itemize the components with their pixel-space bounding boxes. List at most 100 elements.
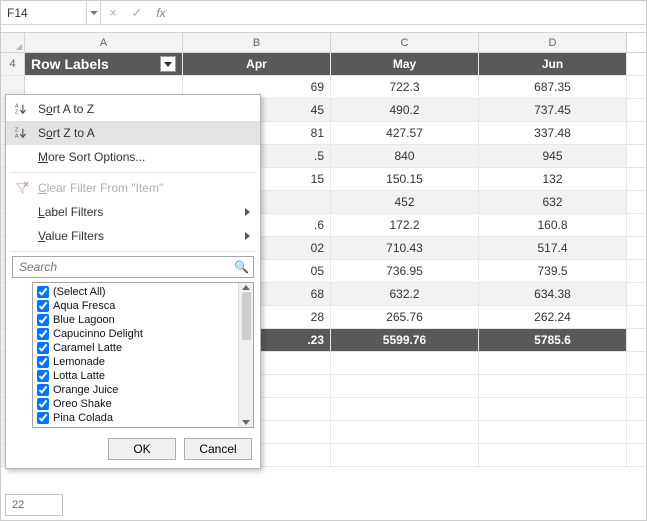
filter-check-item[interactable]: Orange Juice xyxy=(37,383,234,397)
checkbox[interactable] xyxy=(37,356,49,368)
filter-check-item[interactable]: Pina Colada xyxy=(37,411,234,425)
checkbox[interactable] xyxy=(37,370,49,382)
column-header[interactable]: D xyxy=(479,33,627,52)
check-label: Lotta Latte xyxy=(53,370,105,382)
checkbox[interactable] xyxy=(37,398,49,410)
blank-icon xyxy=(14,204,30,220)
clear-filter-icon xyxy=(14,180,30,196)
column-header[interactable]: C xyxy=(331,33,479,52)
cell[interactable]: 739.5 xyxy=(479,260,627,282)
cell[interactable]: 452 xyxy=(331,191,479,213)
row-labels-header[interactable]: Row Labels xyxy=(25,53,183,75)
cell[interactable]: 5599.76 xyxy=(331,329,479,351)
filter-check-item[interactable]: Oreo Shake xyxy=(37,397,234,411)
filter-search-input[interactable] xyxy=(17,259,234,275)
cell[interactable] xyxy=(331,444,479,466)
checkbox[interactable] xyxy=(37,342,49,354)
formula-confirm-button[interactable]: ✓ xyxy=(125,1,149,24)
checkbox[interactable] xyxy=(37,412,49,424)
select-all-corner[interactable] xyxy=(1,33,25,52)
cell[interactable] xyxy=(331,398,479,420)
filter-search-box[interactable]: 🔍 xyxy=(12,256,254,278)
cell[interactable]: 945 xyxy=(479,145,627,167)
filter-value-list: (Select All) Aqua Fresca Blue Lagoon Cap… xyxy=(32,282,254,428)
filter-check-item[interactable]: Blue Lagoon xyxy=(37,313,234,327)
filter-check-item[interactable]: Lemonade xyxy=(37,355,234,369)
dialog-buttons: OK Cancel xyxy=(6,432,260,462)
cell[interactable]: 337.48 xyxy=(479,122,627,144)
cell[interactable]: 632 xyxy=(479,191,627,213)
checkbox[interactable] xyxy=(37,286,49,298)
checkbox[interactable] xyxy=(37,300,49,312)
cell[interactable]: 632.2 xyxy=(331,283,479,305)
name-box[interactable]: F14 xyxy=(1,1,87,24)
cell[interactable]: 172.2 xyxy=(331,214,479,236)
cell[interactable]: 427.57 xyxy=(331,122,479,144)
checkbox[interactable] xyxy=(37,384,49,396)
cell[interactable]: 132 xyxy=(479,168,627,190)
cell[interactable]: 736.95 xyxy=(331,260,479,282)
cell[interactable] xyxy=(479,421,627,443)
filter-check-item[interactable]: Capucinno Delight xyxy=(37,327,234,341)
cell[interactable]: 490.2 xyxy=(331,99,479,121)
formula-cancel-button[interactable]: × xyxy=(101,1,125,24)
check-label: Aqua Fresca xyxy=(53,300,115,312)
insert-function-button[interactable]: fx xyxy=(149,1,173,24)
submenu-arrow-icon xyxy=(245,229,250,243)
value-filters[interactable]: Value Filters xyxy=(6,224,260,248)
cell[interactable]: 5785.6 xyxy=(479,329,627,351)
cancel-button[interactable]: Cancel xyxy=(184,438,252,460)
filter-check-item[interactable]: Aqua Fresca xyxy=(37,299,234,313)
check-label: Caramel Latte xyxy=(53,342,122,354)
more-sort-options[interactable]: More Sort Options... xyxy=(6,145,260,169)
sort-a-to-z[interactable]: AZ Sort A to Z xyxy=(6,97,260,121)
column-header[interactable]: A xyxy=(25,33,183,52)
filter-check-item[interactable]: (Select All) xyxy=(37,285,234,299)
chevron-down-icon xyxy=(90,11,98,15)
scroll-thumb[interactable] xyxy=(242,292,251,340)
cell[interactable] xyxy=(479,375,627,397)
checkbox[interactable] xyxy=(37,314,49,326)
checkbox[interactable] xyxy=(37,328,49,340)
check-label: Pina Colada xyxy=(53,412,113,424)
scroll-down-icon[interactable] xyxy=(242,420,250,425)
cell[interactable] xyxy=(331,375,479,397)
cell[interactable]: 634.38 xyxy=(479,283,627,305)
row-header[interactable]: 22 xyxy=(5,494,63,516)
column-field-header[interactable]: Jun xyxy=(479,53,627,75)
cell[interactable] xyxy=(479,398,627,420)
cell[interactable]: 265.76 xyxy=(331,306,479,328)
cell[interactable] xyxy=(479,352,627,374)
name-box-dropdown[interactable] xyxy=(87,1,101,24)
cell[interactable] xyxy=(331,421,479,443)
cell[interactable]: 737.45 xyxy=(479,99,627,121)
filter-check-item[interactable]: Caramel Latte xyxy=(37,341,234,355)
cell[interactable] xyxy=(479,444,627,466)
column-field-header[interactable]: May xyxy=(331,53,479,75)
blank-icon xyxy=(14,149,30,165)
cell[interactable]: 840 xyxy=(331,145,479,167)
scroll-up-icon[interactable] xyxy=(242,285,250,290)
cell[interactable]: 160.8 xyxy=(479,214,627,236)
sort-z-to-a[interactable]: ZA Sort Z to A xyxy=(6,121,260,145)
scrollbar[interactable] xyxy=(238,283,253,427)
cell[interactable]: 262.24 xyxy=(479,306,627,328)
filter-checklist[interactable]: (Select All) Aqua Fresca Blue Lagoon Cap… xyxy=(33,283,238,427)
filter-dropdown-button[interactable] xyxy=(160,56,176,72)
column-field-header[interactable]: Apr xyxy=(183,53,331,75)
filter-check-item[interactable]: Lotta Latte xyxy=(37,369,234,383)
cell[interactable] xyxy=(331,352,479,374)
cell[interactable]: 722.3 xyxy=(331,76,479,98)
chevron-down-icon xyxy=(164,62,172,67)
row-header[interactable]: 4 xyxy=(1,53,25,75)
cell[interactable]: 150.15 xyxy=(331,168,479,190)
formula-input[interactable] xyxy=(173,1,646,24)
label-filters[interactable]: Label Filters xyxy=(6,200,260,224)
ok-button[interactable]: OK xyxy=(108,438,176,460)
menu-label: Sort Z to A xyxy=(38,126,252,140)
cell[interactable]: 687.35 xyxy=(479,76,627,98)
cell[interactable]: 517.4 xyxy=(479,237,627,259)
submenu-arrow-icon xyxy=(245,205,250,219)
column-header[interactable]: B xyxy=(183,33,331,52)
cell[interactable]: 710.43 xyxy=(331,237,479,259)
